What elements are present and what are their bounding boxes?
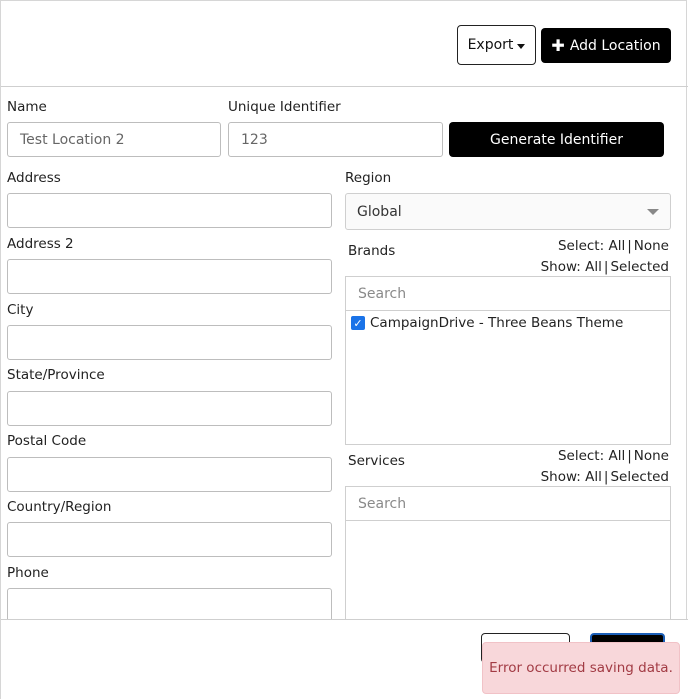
- services-show-selected-link[interactable]: Selected: [610, 469, 669, 485]
- export-dropdown-button[interactable]: Export: [457, 25, 536, 65]
- address-label: Address: [7, 170, 61, 186]
- separator: |: [603, 469, 609, 485]
- region-select[interactable]: Global: [345, 193, 671, 230]
- list-item[interactable]: ✓ CampaignDrive - Three Beans Theme: [346, 311, 670, 335]
- add-location-button[interactable]: ✚ Add Location: [541, 28, 671, 63]
- region-selected-value: Global: [357, 203, 402, 220]
- generate-identifier-button[interactable]: Generate Identifier: [449, 122, 664, 157]
- country-label: Country/Region: [7, 499, 112, 515]
- state-input[interactable]: [7, 391, 332, 426]
- error-toast: Error occurred saving data.: [482, 642, 680, 694]
- brands-search-input[interactable]: Search: [346, 277, 670, 311]
- checkbox-checked-icon[interactable]: ✓: [351, 316, 365, 330]
- separator: |: [627, 448, 632, 464]
- state-label: State/Province: [7, 367, 105, 383]
- services-listbox: Search: [345, 486, 671, 621]
- brands-listbox: Search ✓ CampaignDrive - Three Beans The…: [345, 276, 671, 445]
- name-input[interactable]: Test Location 2: [7, 122, 221, 157]
- brand-item-label: CampaignDrive - Three Beans Theme: [370, 315, 624, 331]
- brands-label: Brands: [348, 243, 396, 259]
- brands-show-links: Show: All | Selected: [501, 259, 669, 275]
- plus-icon: ✚: [551, 36, 565, 55]
- address2-input[interactable]: [7, 259, 332, 294]
- services-show-links: Show: All | Selected: [501, 469, 669, 485]
- brands-show-prefix: Show:: [540, 259, 581, 275]
- city-label: City: [7, 302, 34, 318]
- services-select-links: Select: All | None: [501, 448, 669, 464]
- brands-show-all-link[interactable]: All: [585, 259, 602, 275]
- services-search-input[interactable]: Search: [346, 487, 670, 521]
- phone-label: Phone: [7, 565, 49, 581]
- city-input[interactable]: [7, 325, 332, 360]
- services-show-all-link[interactable]: All: [585, 469, 602, 485]
- brands-select-prefix: Select:: [557, 238, 605, 254]
- name-label: Name: [7, 99, 47, 115]
- unique-identifier-input[interactable]: 123: [228, 122, 443, 157]
- separator: |: [627, 238, 632, 254]
- services-select-prefix: Select:: [557, 448, 605, 464]
- add-location-label: Add Location: [569, 37, 661, 54]
- unique-identifier-label: Unique Identifier: [228, 99, 341, 115]
- services-label: Services: [348, 453, 405, 469]
- postal-code-label: Postal Code: [7, 433, 87, 449]
- caret-down-icon: [517, 43, 526, 49]
- export-label: Export: [467, 37, 514, 53]
- address2-label: Address 2: [7, 236, 74, 252]
- toolbar: Export ✚ Add Location: [1, 1, 688, 87]
- brands-show-selected-link[interactable]: Selected: [610, 259, 669, 275]
- brands-select-links: Select: All | None: [501, 238, 669, 254]
- chevron-down-icon: [647, 209, 659, 215]
- services-select-all-link[interactable]: All: [608, 448, 625, 464]
- separator: |: [603, 259, 609, 275]
- country-input[interactable]: [7, 522, 332, 557]
- brands-select-none-link[interactable]: None: [634, 238, 669, 254]
- region-label: Region: [345, 170, 392, 186]
- phone-input[interactable]: [7, 588, 332, 623]
- address-input[interactable]: [7, 193, 332, 228]
- postal-code-input[interactable]: [7, 457, 332, 492]
- services-select-none-link[interactable]: None: [634, 448, 669, 464]
- location-editor-panel: Export ✚ Add Location Name Test Location…: [0, 0, 688, 699]
- services-show-prefix: Show:: [540, 469, 581, 485]
- brands-select-all-link[interactable]: All: [608, 238, 625, 254]
